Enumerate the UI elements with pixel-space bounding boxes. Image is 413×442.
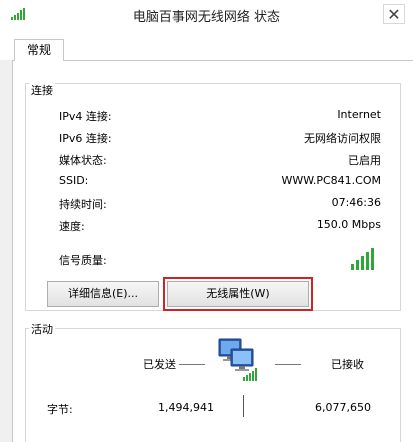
- activity-section-title: 活动: [29, 321, 55, 337]
- sent-label: 已发送: [143, 358, 176, 371]
- media-state-value: 已启用: [348, 154, 381, 167]
- close-button[interactable]: ✕: [383, 4, 405, 24]
- ipv4-value: Internet: [337, 108, 381, 121]
- ipv6-value: 无网络访问权限: [304, 132, 381, 145]
- signal-strength-icon: [351, 248, 377, 270]
- ipv6-label: IPv6 连接:: [59, 132, 112, 145]
- ipv4-row: IPv4 连接: Internet: [59, 108, 381, 124]
- signal-bar: [351, 264, 354, 270]
- ipv6-row: IPv6 连接: 无网络访问权限: [59, 130, 381, 146]
- speed-label: 速度:: [59, 220, 85, 233]
- highlight-box: [163, 277, 313, 311]
- tab-strip: 常规: [0, 30, 413, 61]
- connection-section-title: 连接: [29, 82, 55, 98]
- signal-bar: [371, 248, 374, 270]
- signal-row: 信号质量:: [59, 248, 381, 272]
- window-title: 电脑百事网无线网络 状态: [132, 10, 281, 25]
- bytes-label: 字节:: [47, 403, 73, 416]
- title-bar: 电脑百事网无线网络 状态 ✕: [0, 0, 413, 31]
- bytes-divider: [243, 395, 244, 417]
- sent-line: [179, 364, 205, 365]
- signal-bar: [361, 256, 364, 270]
- duration-label: 持续时间:: [59, 198, 107, 211]
- close-icon: ✕: [387, 5, 401, 24]
- media-state-label: 媒体状态:: [59, 154, 107, 167]
- ssid-row: SSID: WWW.PC841.COM: [59, 174, 381, 190]
- ssid-value: WWW.PC841.COM: [281, 174, 382, 187]
- duration-row: 持续时间: 07:46:36: [59, 196, 381, 212]
- ssid-label: SSID:: [59, 174, 89, 187]
- ipv4-label: IPv4 连接:: [59, 110, 112, 123]
- signal-bar: [356, 260, 359, 270]
- signal-bar: [366, 252, 369, 270]
- received-label: 已接收: [331, 358, 364, 371]
- media-state-row: 媒体状态: 已启用: [59, 152, 381, 168]
- status-dialog: 电脑百事网无线网络 状态 ✕ 常规 连接 IPv4 连接: Internet I…: [0, 0, 413, 442]
- tab-general[interactable]: 常规: [14, 39, 64, 61]
- signal-label: 信号质量:: [59, 254, 107, 267]
- tab-panel-general: 连接 IPv4 连接: Internet IPv6 连接: 无网络访问权限 媒体…: [12, 60, 413, 442]
- duration-value: 07:46:36: [331, 196, 381, 209]
- received-line: [275, 364, 301, 365]
- speed-row: 速度: 150.0 Mbps: [59, 218, 381, 234]
- speed-value: 150.0 Mbps: [316, 218, 381, 231]
- bytes-received-value: 6,077,650: [315, 401, 371, 414]
- details-button[interactable]: 详细信息(E)...: [47, 281, 159, 307]
- network-computers-icon: [218, 338, 257, 381]
- bytes-sent-value: 1,494,941: [158, 401, 214, 414]
